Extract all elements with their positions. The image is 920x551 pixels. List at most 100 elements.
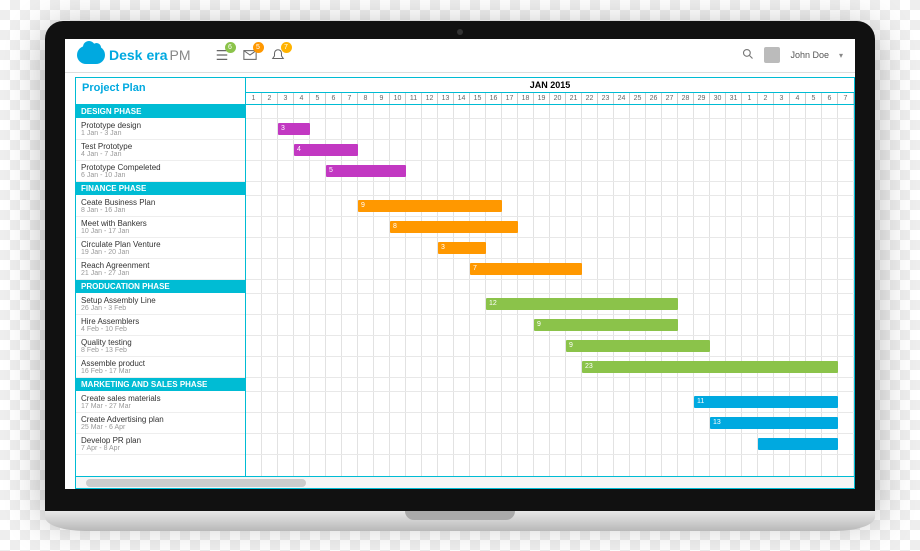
phase-header: FINANCE PHASE: [76, 182, 245, 196]
day-cell: 11: [406, 93, 422, 104]
task-name: Create sales materials: [81, 394, 240, 403]
gantt-bar[interactable]: 3: [278, 123, 310, 135]
month-label: JAN 2015: [246, 78, 854, 93]
laptop-frame: Deskera PM 6 5 7: [45, 21, 875, 531]
mail-icon[interactable]: 5: [243, 48, 257, 62]
topbar-right: John Doe ▾: [742, 47, 843, 63]
gantt-bar[interactable]: 4: [294, 144, 358, 156]
task-item[interactable]: Quality testing8 Feb - 13 Feb: [76, 336, 245, 357]
task-item[interactable]: Create Advertising plan25 Mar - 6 Apr: [76, 413, 245, 434]
scrollbar-thumb[interactable]: [86, 479, 306, 487]
task-name: Develop PR plan: [81, 436, 240, 445]
day-cell: 14: [454, 93, 470, 104]
phase-header: MARKETING AND SALES PHASE: [76, 378, 245, 392]
task-dates: 17 Mar - 27 Mar: [81, 403, 240, 410]
gantt-bar[interactable]: 5: [326, 165, 406, 177]
day-cell: 3: [774, 93, 790, 104]
camera-dot: [457, 29, 463, 35]
user-name[interactable]: John Doe: [790, 50, 829, 60]
day-cell: 4: [790, 93, 806, 104]
task-name: Quality testing: [81, 338, 240, 347]
task-item[interactable]: Assemble product16 Feb - 17 Mar: [76, 357, 245, 378]
day-cell: 20: [550, 93, 566, 104]
task-dates: 16 Feb - 17 Mar: [81, 368, 240, 375]
screen-bezel: Deskera PM 6 5 7: [45, 21, 875, 511]
task-dates: 4 Feb - 10 Feb: [81, 326, 240, 333]
day-cell: 22: [582, 93, 598, 104]
task-list: DESIGN PHASEPrototype design1 Jan - 3 Ja…: [76, 105, 246, 476]
task-item[interactable]: Prototype Compeleted6 Jan - 10 Jan: [76, 161, 245, 182]
search-icon[interactable]: [742, 48, 754, 62]
topbar-icons: 6 5 7: [215, 48, 285, 62]
laptop-notch: [405, 511, 515, 520]
day-cell: 5: [310, 93, 326, 104]
task-item[interactable]: Circulate Plan Venture19 Jan - 20 Jan: [76, 238, 245, 259]
task-item[interactable]: Develop PR plan7 Apr - 8 Apr: [76, 434, 245, 455]
day-cell: 19: [534, 93, 550, 104]
task-item[interactable]: Meet with Bankers10 Jan - 17 Jan: [76, 217, 245, 238]
day-cell: 27: [662, 93, 678, 104]
task-item[interactable]: Setup Assembly Line26 Jan - 3 Feb: [76, 294, 245, 315]
task-dates: 8 Jan - 16 Jan: [81, 207, 240, 214]
task-dates: 1 Jan - 3 Jan: [81, 130, 240, 137]
mail-badge: 5: [253, 42, 264, 53]
day-cell: 31: [726, 93, 742, 104]
task-item[interactable]: Prototype design1 Jan - 3 Jan: [76, 119, 245, 140]
project-plan: Project Plan JAN 2015 123456789101112131…: [75, 77, 855, 489]
brand-part2: era: [146, 47, 167, 63]
task-item[interactable]: Ceate Business Plan8 Jan - 16 Jan: [76, 196, 245, 217]
list-icon[interactable]: 6: [215, 48, 229, 62]
day-cell: 3: [278, 93, 294, 104]
gantt-bar[interactable]: [758, 438, 838, 450]
task-dates: 21 Jan - 27 Jan: [81, 270, 240, 277]
day-cell: 4: [294, 93, 310, 104]
gantt-bar[interactable]: 13: [710, 417, 838, 429]
gantt-bar[interactable]: 12: [486, 298, 678, 310]
task-item[interactable]: Test Prototype4 Jan - 7 Jan: [76, 140, 245, 161]
chevron-down-icon[interactable]: ▾: [839, 51, 843, 60]
day-cell: 12: [422, 93, 438, 104]
task-dates: 19 Jan - 20 Jan: [81, 249, 240, 256]
gantt-bar[interactable]: 9: [534, 319, 678, 331]
task-dates: 25 Mar - 6 Apr: [81, 424, 240, 431]
app-logo[interactable]: Deskera PM: [77, 46, 191, 64]
gantt-bar[interactable]: 8: [390, 221, 518, 233]
avatar[interactable]: [764, 47, 780, 63]
bell-icon[interactable]: 7: [271, 48, 285, 62]
gantt-bar[interactable]: 7: [470, 263, 582, 275]
gantt-area[interactable]: 3 4 5 9 8 3 7 12 9 9 23 11 13: [246, 105, 854, 476]
task-item[interactable]: Reach Agreenment21 Jan - 27 Jan: [76, 259, 245, 280]
task-name: Prototype design: [81, 121, 240, 130]
task-dates: 6 Jan - 10 Jan: [81, 172, 240, 179]
task-name: Hire Assemblers: [81, 317, 240, 326]
plan-body: DESIGN PHASEPrototype design1 Jan - 3 Ja…: [76, 105, 854, 476]
task-name: Reach Agreenment: [81, 261, 240, 270]
day-cell: 1: [246, 93, 262, 104]
gantt-bar[interactable]: 23: [582, 361, 838, 373]
gantt-bar[interactable]: 9: [358, 200, 502, 212]
plan-header: Project Plan JAN 2015 123456789101112131…: [76, 78, 854, 105]
bell-badge: 7: [281, 42, 292, 53]
horizontal-scrollbar[interactable]: [76, 476, 854, 488]
day-cell: 23: [598, 93, 614, 104]
task-dates: 10 Jan - 17 Jan: [81, 228, 240, 235]
task-dates: 26 Jan - 3 Feb: [81, 305, 240, 312]
day-cell: 7: [838, 93, 854, 104]
gantt-bar[interactable]: 11: [694, 396, 838, 408]
gantt-bar[interactable]: 3: [438, 242, 486, 254]
task-item[interactable]: Create sales materials17 Mar - 27 Mar: [76, 392, 245, 413]
list-badge: 6: [225, 42, 236, 53]
day-cell: 7: [342, 93, 358, 104]
task-name: Test Prototype: [81, 142, 240, 151]
day-cell: 9: [374, 93, 390, 104]
task-item[interactable]: Hire Assemblers4 Feb - 10 Feb: [76, 315, 245, 336]
day-cell: 6: [822, 93, 838, 104]
gantt-bars: 3 4 5 9 8 3 7 12 9 9 23 11 13: [246, 105, 854, 476]
brand-part1: Desk: [109, 47, 142, 63]
gantt-bar[interactable]: 9: [566, 340, 710, 352]
task-name: Ceate Business Plan: [81, 198, 240, 207]
task-dates: 8 Feb - 13 Feb: [81, 347, 240, 354]
day-cell: 2: [262, 93, 278, 104]
task-name: Setup Assembly Line: [81, 296, 240, 305]
laptop-base: [45, 511, 875, 531]
